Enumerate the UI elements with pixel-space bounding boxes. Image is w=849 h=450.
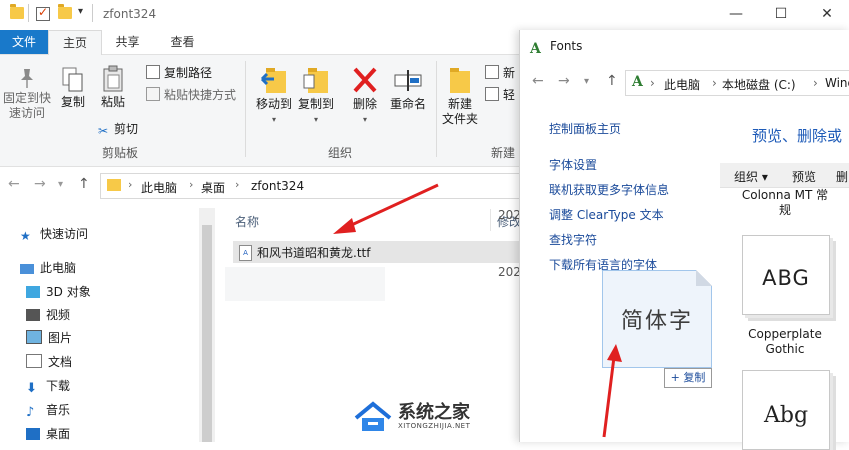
house-logo-icon bbox=[354, 401, 392, 431]
watermark-text: 系统之家 bbox=[398, 402, 470, 423]
red-arrow-icon bbox=[333, 183, 439, 234]
red-arrow-icon bbox=[602, 344, 622, 438]
annotation-arrows bbox=[333, 183, 622, 438]
watermark-logo: 系统之家 XITONGZHIJIA.NET bbox=[352, 396, 502, 440]
watermark-subtext: XITONGZHIJIA.NET bbox=[398, 422, 471, 430]
